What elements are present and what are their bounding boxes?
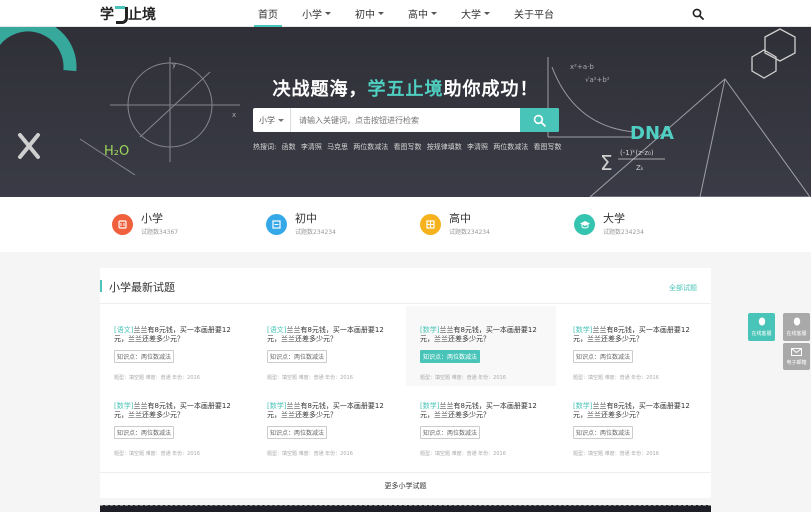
knowledge-tag[interactable]: 知识点：两位数减法 — [114, 426, 175, 439]
chevron-down-icon — [325, 12, 331, 15]
qq-icon — [793, 317, 800, 326]
logo-five-mark — [115, 6, 128, 24]
bottom-banner-strip — [100, 505, 711, 512]
knowledge-tag[interactable]: 知识点：两位数减法 — [420, 426, 481, 439]
nav-item-primary[interactable]: 小学 — [296, 0, 337, 27]
nav-item-university[interactable]: 大学 — [455, 0, 496, 27]
question-card[interactable]: [语文]兰兰有8元钱，买一本画册要12元，兰兰还差多少元？ 知识点：两位数减法 … — [253, 306, 403, 386]
category-bar: 小学 试题数34367 初中 试题数234234 高中 试题数234234 大学… — [0, 197, 811, 252]
svg-text:y: y — [172, 61, 176, 69]
panel-header: 小学最新试题 全部试题 — [100, 268, 711, 304]
graduation-cap-icon — [574, 214, 595, 235]
knowledge-tag[interactable]: 知识点：两位数减法 — [114, 350, 175, 363]
hot-label: 热搜词: — [253, 143, 277, 151]
hero-title-highlight: 学五止境 — [367, 79, 444, 100]
question-card[interactable]: [数学]兰兰有8元钱，买一本画册要12元，兰兰还差多少元？ 知识点：两位数减法 … — [100, 382, 250, 462]
chevron-down-icon — [378, 12, 384, 15]
question-card[interactable]: [数学]兰兰有8元钱，买一本画册要12元，兰兰还差多少元？ 知识点：两位数减法 … — [253, 382, 403, 462]
search-input[interactable] — [291, 108, 520, 132]
site-logo[interactable]: 学 止境 — [100, 4, 156, 24]
online-service-button-2[interactable]: 在线客服 — [783, 313, 810, 341]
knowledge-tag[interactable]: 知识点：两位数减法 — [420, 350, 481, 363]
hot-search-words: 热搜词: 函数 李清照 马克思 两位数减法 看图写数 按规律填数 李清照 两位数… — [253, 142, 564, 152]
chevron-down-icon — [278, 118, 284, 122]
chevron-down-icon — [484, 12, 490, 15]
svg-text:x: x — [232, 111, 236, 119]
nav-item-junior[interactable]: 初中 — [349, 0, 390, 27]
knowledge-tag[interactable]: 知识点：两位数减法 — [267, 426, 328, 439]
logo-text-post: 止境 — [128, 7, 156, 23]
zk-text: Zₖ — [636, 164, 644, 172]
qq-icon — [758, 317, 765, 326]
main-menu: 首页 小学 初中 高中 大学 关于平台 — [252, 0, 572, 27]
knowledge-tag[interactable]: 知识点：两位数减法 — [573, 350, 634, 363]
more-questions-link[interactable]: 更多小学试题 — [100, 472, 711, 498]
latest-questions-panel: 小学最新试题 全部试题 [语文]兰兰有8元钱，买一本画册要12元，兰兰还差多少元… — [100, 268, 711, 498]
search-icon — [533, 114, 546, 127]
email-button[interactable]: 电子邮箱 — [783, 343, 810, 370]
h2o-text: H₂O — [104, 144, 129, 159]
hot-word[interactable]: 马克思 — [327, 143, 348, 151]
hot-word[interactable]: 李清照 — [467, 143, 488, 151]
question-card[interactable]: [语文]兰兰有8元钱，买一本画册要12元，兰兰还差多少元？ 知识点：两位数减法 … — [100, 306, 250, 386]
category-university[interactable]: 大学 试题数234234 — [574, 213, 644, 236]
panel-title: 小学最新试题 — [109, 281, 175, 294]
senior-school-icon — [420, 214, 441, 235]
search-icon[interactable] — [692, 8, 704, 20]
top-nav: 学 止境 首页 小学 初中 高中 大学 关于平台 — [0, 0, 811, 27]
mail-icon — [791, 347, 802, 356]
question-card[interactable]: [数学]兰兰有8元钱，买一本画册要12元，兰兰还差多少元？ 知识点：两位数减法 … — [559, 382, 709, 462]
svg-text:x²+a·b: x²+a·b — [570, 63, 594, 71]
title-accent-bar — [100, 280, 102, 292]
nav-item-senior[interactable]: 高中 — [402, 0, 443, 27]
search-button[interactable] — [520, 108, 559, 132]
logo-text-pre: 学 — [100, 7, 114, 23]
question-meta: 题型：填空题 难度：普通 年份：2016 — [267, 375, 353, 381]
hot-word[interactable]: 李清照 — [301, 143, 322, 151]
question-meta: 题型：填空题 难度：普通 年份：2016 — [573, 451, 659, 457]
question-card[interactable]: [数学]兰兰有8元钱，买一本画册要12元，兰兰还差多少元？ 知识点：两位数减法 … — [406, 306, 556, 386]
dna-text: DNA — [630, 123, 674, 144]
question-meta: 题型：填空题 难度：普通 年份：2016 — [573, 375, 659, 381]
hot-word[interactable]: 函数 — [282, 143, 296, 151]
primary-school-icon — [112, 214, 133, 235]
all-questions-link[interactable]: 全部试题 — [669, 283, 697, 293]
chevron-down-icon — [431, 12, 437, 15]
svg-text:Σ: Σ — [600, 151, 613, 175]
nav-item-about[interactable]: 关于平台 — [508, 0, 560, 27]
knowledge-tag[interactable]: 知识点：两位数减法 — [267, 350, 328, 363]
category-primary[interactable]: 小学 试题数34367 — [112, 213, 178, 236]
junior-school-icon — [266, 214, 287, 235]
question-card[interactable]: [数学]兰兰有8元钱，买一本画册要12元，兰兰还差多少元？ 知识点：两位数减法 … — [559, 306, 709, 386]
hot-word[interactable]: 看图写数 — [394, 143, 422, 151]
hot-word[interactable]: 两位数减法 — [493, 143, 528, 151]
hot-word[interactable]: 看图写数 — [533, 143, 561, 151]
category-junior[interactable]: 初中 试题数234234 — [266, 213, 336, 236]
question-meta: 题型：填空题 难度：普通 年份：2016 — [267, 451, 353, 457]
formula-text: (-1)ᵏ(z-z₀) — [620, 149, 654, 157]
hot-word[interactable]: 按规律填数 — [427, 143, 462, 151]
question-meta: 题型：填空题 难度：普通 年份：2016 — [114, 451, 200, 457]
question-card[interactable]: [数学]兰兰有8元钱，买一本画册要12元，兰兰还差多少元？ 知识点：两位数减法 … — [406, 382, 556, 462]
level-select[interactable]: 小学 — [253, 108, 291, 132]
question-meta: 题型：填空题 难度：普通 年份：2016 — [114, 375, 200, 381]
hero-title: 决战题海，学五止境助你成功！ — [272, 79, 539, 100]
category-senior[interactable]: 高中 试题数234234 — [420, 213, 490, 236]
hot-word[interactable]: 两位数减法 — [353, 143, 388, 151]
knowledge-tag[interactable]: 知识点：两位数减法 — [573, 426, 634, 439]
hero-banner: y x H₂O x²+a·b √a²+b² DNA Σ (-1)ᵏ(z-z₀) … — [0, 27, 811, 197]
search-box: 小学 — [253, 108, 559, 132]
question-meta: 题型：填空题 难度：普通 年份：2016 — [420, 375, 506, 381]
nav-item-home[interactable]: 首页 — [252, 0, 284, 27]
online-service-button[interactable]: 在线客服 — [748, 313, 775, 341]
question-meta: 题型：填空题 难度：普通 年份：2016 — [420, 451, 506, 457]
